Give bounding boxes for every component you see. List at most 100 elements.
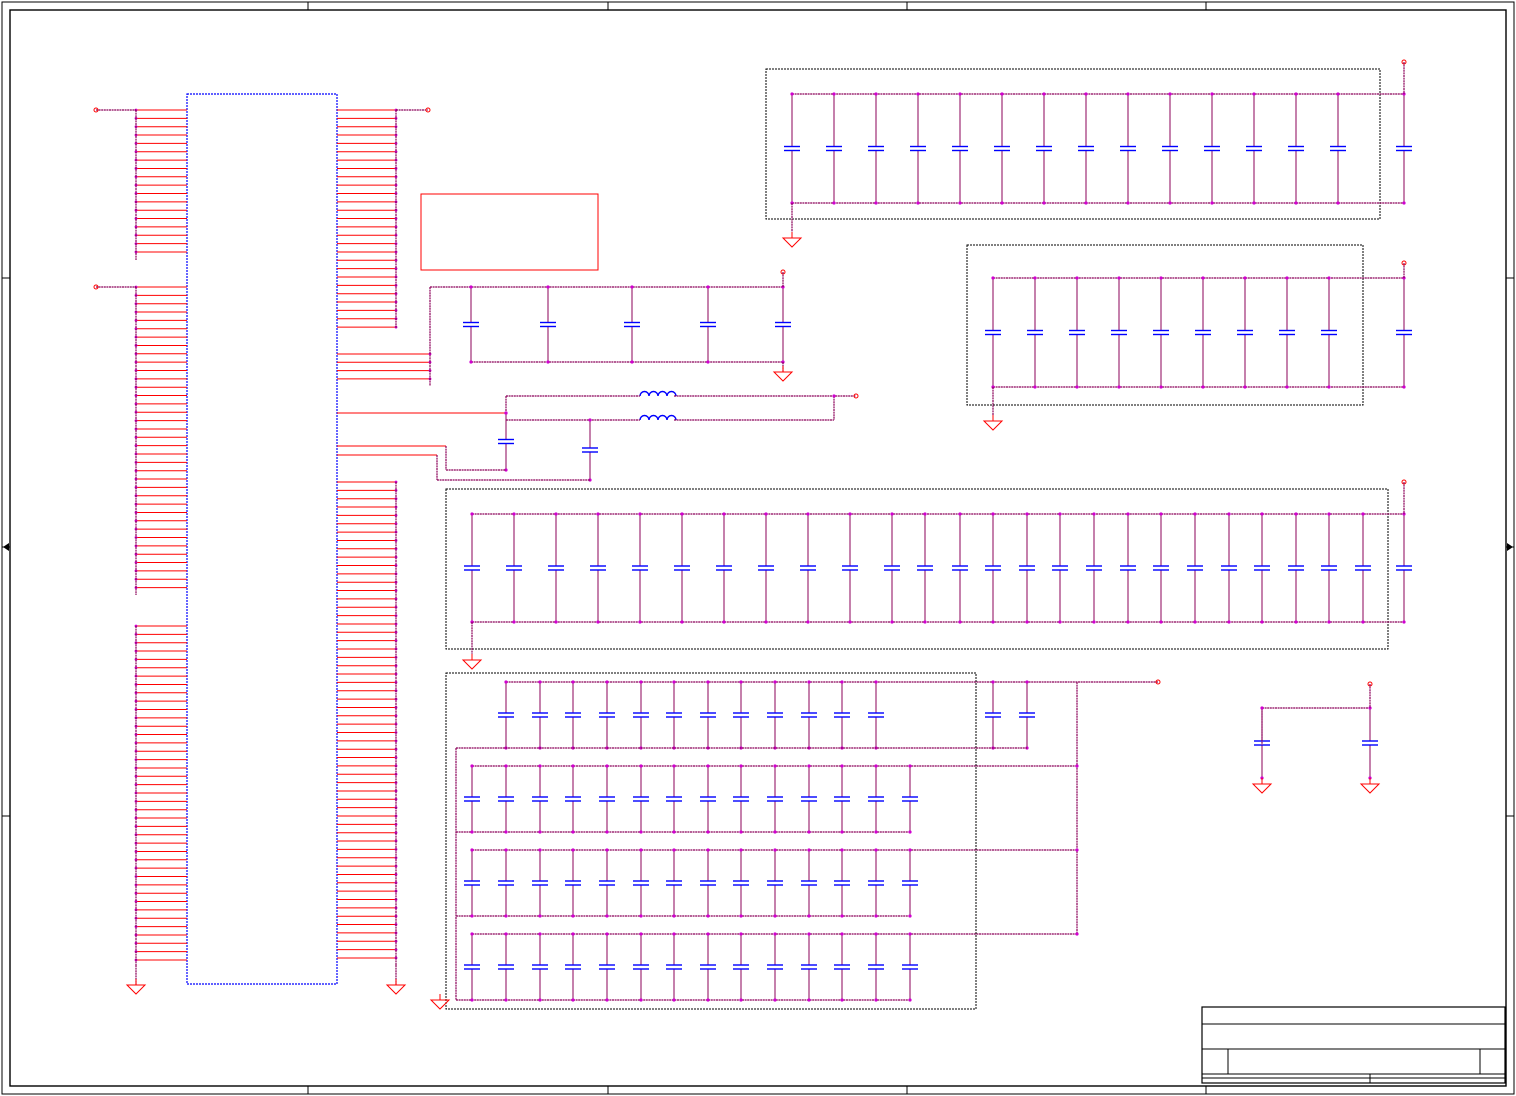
junction-dot	[1117, 385, 1121, 389]
capacitor-group-4	[733, 682, 749, 748]
junction-dot	[571, 764, 575, 768]
capacitor-group-4	[801, 766, 817, 832]
capacitor-bulk	[1396, 94, 1412, 203]
capacitor-group-4	[633, 934, 649, 1000]
junction-dot	[1126, 92, 1130, 96]
junction-dot	[1025, 620, 1029, 624]
junction-dot	[773, 914, 777, 918]
junction-dot	[722, 512, 726, 516]
junction-dot	[840, 764, 844, 768]
junction-dot	[832, 394, 836, 398]
capacitor-group-4	[498, 766, 514, 832]
capacitor-group-4	[633, 766, 649, 832]
capacitor-group-1	[1078, 94, 1094, 203]
capacitor-group-1-box	[765, 68, 1381, 220]
junction-dot	[1227, 512, 1231, 516]
ic-pins	[136, 109, 506, 961]
junction-dot	[571, 998, 575, 1002]
junction-dot	[1075, 276, 1079, 280]
capacitor-mid	[624, 287, 640, 362]
junction-dot	[1126, 201, 1130, 205]
capacitor-group-3	[1288, 514, 1304, 622]
junction-dot	[874, 932, 878, 936]
junction-dot	[840, 830, 844, 834]
capacitor-group-2	[1111, 278, 1127, 387]
junction-dot	[504, 764, 508, 768]
title-block	[1201, 1006, 1506, 1084]
junction-dot	[908, 914, 912, 918]
junction-dot	[1075, 764, 1079, 768]
capacitor-group-2	[1321, 278, 1337, 387]
junction-dot	[512, 512, 516, 516]
junction-dot	[571, 932, 575, 936]
junction-dot	[908, 998, 912, 1002]
junction-dot	[722, 620, 726, 624]
capacitor-group-4	[868, 766, 884, 832]
junction-dot	[538, 764, 542, 768]
junction-dot	[1000, 92, 1004, 96]
capacitor-group-4	[599, 850, 615, 916]
junction-dot	[470, 764, 474, 768]
capacitor-group-4	[868, 850, 884, 916]
junction-dot	[874, 680, 878, 684]
capacitor-isolated	[1362, 708, 1378, 778]
capacitor-group-3	[758, 514, 774, 622]
junction-dot	[571, 830, 575, 834]
junction-dot	[991, 680, 995, 684]
capacitor-group-4	[700, 934, 716, 1000]
junction-dot	[1227, 620, 1231, 624]
capacitor-group-3	[1052, 514, 1068, 622]
ground-symbol-mid	[772, 366, 794, 382]
junction-dot	[908, 848, 912, 852]
junction-dot	[672, 680, 676, 684]
junction-dot	[807, 932, 811, 936]
capacitor-group-4	[733, 850, 749, 916]
junction-dot	[504, 680, 508, 684]
junction-dot	[605, 932, 609, 936]
capacitor-group-4	[868, 682, 884, 748]
junction-dot	[958, 92, 962, 96]
junction-dot	[773, 848, 777, 852]
junction-dot	[672, 932, 676, 936]
junction-dot	[1201, 385, 1205, 389]
junction-dot	[1126, 620, 1130, 624]
junction-dot	[807, 914, 811, 918]
capacitor-group-4	[599, 682, 615, 748]
capacitor-group-3	[506, 514, 522, 622]
junction-dot	[807, 830, 811, 834]
capacitor-group-3	[1221, 514, 1237, 622]
junction-dot	[672, 764, 676, 768]
junction-dot	[1361, 620, 1365, 624]
junction-dot	[706, 830, 710, 834]
junction-dot	[1000, 201, 1004, 205]
junction-dot	[469, 360, 473, 364]
junction-dot	[832, 92, 836, 96]
capacitor-group-1	[1162, 94, 1178, 203]
junction-dot	[706, 998, 710, 1002]
junction-dot	[630, 285, 634, 289]
junction-dot	[1042, 201, 1046, 205]
capacitor-bulk	[1396, 278, 1412, 387]
capacitor-group-4	[666, 682, 682, 748]
capacitor-group-3	[985, 514, 1001, 622]
junction-dot	[1285, 385, 1289, 389]
junction-dot	[1033, 276, 1037, 280]
junction-dot	[706, 914, 710, 918]
capacitor-group-3	[952, 514, 968, 622]
junction-dot	[1058, 620, 1062, 624]
junction-dot	[874, 830, 878, 834]
junction-dot	[605, 914, 609, 918]
junction-dot	[739, 998, 743, 1002]
junction-dot	[890, 620, 894, 624]
capacitor-group-4	[801, 934, 817, 1000]
capacitor-group-3	[1153, 514, 1169, 622]
junction-dot	[832, 201, 836, 205]
junction-dot	[596, 620, 600, 624]
capacitor-group-4	[565, 682, 581, 748]
capacitor-group-3	[1019, 514, 1035, 622]
note-box	[420, 193, 599, 271]
junction-dot	[470, 998, 474, 1002]
junction-dot	[639, 998, 643, 1002]
junction-dot	[588, 418, 592, 422]
junction-dot	[1159, 276, 1163, 280]
